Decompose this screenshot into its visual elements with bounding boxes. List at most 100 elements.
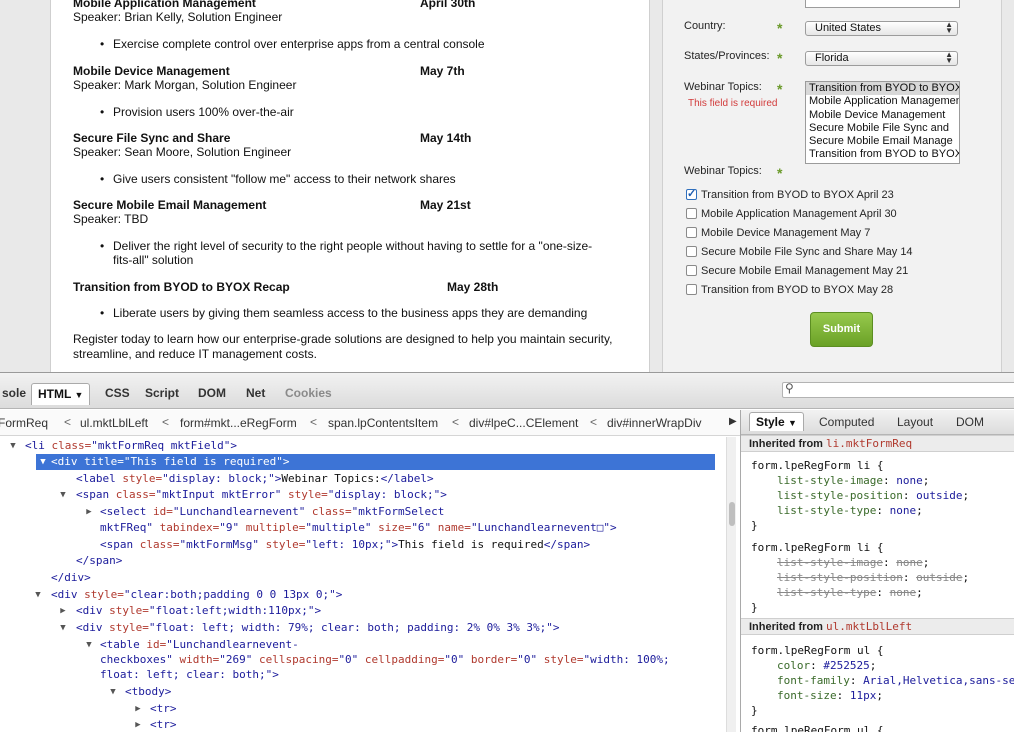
chevron-down-icon[interactable]: ▼: [74, 390, 83, 400]
clipped-input-field[interactable]: [805, 0, 960, 8]
css-property[interactable]: list-style-position: outside;: [777, 488, 969, 503]
topic-checkbox-row[interactable]: Transition from BYOD to BYOX April 23: [686, 187, 894, 202]
checkbox-label: Secure Mobile File Sync and Share May 14: [701, 246, 913, 258]
tree-node[interactable]: </span>: [0, 553, 122, 569]
breadcrumb-item[interactable]: form#mkt...eRegForm: [180, 416, 297, 430]
breadcrumb-item[interactable]: ul.mktLblLeft: [80, 416, 148, 430]
tree-node[interactable]: ▶ <tr>: [0, 717, 176, 732]
session-speaker: Speaker: Brian Kelly, Solution Engineer: [73, 10, 283, 24]
tab-dom[interactable]: DOM: [194, 383, 230, 405]
search-icon: ⚲: [785, 381, 794, 395]
required-star: *: [777, 81, 783, 97]
tab-side-dom[interactable]: DOM: [956, 415, 984, 429]
session-speaker: Speaker: Mark Morgan, Solution Engineer: [73, 78, 297, 92]
topic-checkbox-row[interactable]: Secure Mobile File Sync and Share May 14: [686, 245, 913, 259]
session-title: Secure File Sync and Share: [73, 131, 231, 145]
checkbox-label: Transition from BYOD to BYOX May 28: [701, 284, 894, 296]
tab-cookies[interactable]: Cookies: [281, 383, 336, 405]
tree-node[interactable]: ▶ <select id="Lunchandlearnevent" class="…: [0, 504, 444, 520]
inherited-ref-link[interactable]: ul.mktLblLeft: [826, 620, 912, 633]
tree-node[interactable]: mktFReq" tabindex="9" multiple="multiple…: [0, 520, 617, 536]
tree-node[interactable]: ▼ <li class="mktFormReq mktField">: [0, 438, 237, 454]
css-property[interactable]: font-size: 11px;: [777, 688, 883, 703]
topic-option[interactable]: Secure Mobile File Sync and: [806, 122, 959, 135]
breadcrumb-item[interactable]: span.lpContentsItem: [328, 416, 438, 430]
checkbox[interactable]: [686, 208, 697, 219]
tree-node[interactable]: ▼ <tbody>: [0, 684, 171, 700]
required-star: *: [777, 165, 783, 181]
css-property[interactable]: list-style-type: none;: [777, 503, 923, 518]
topic-option[interactable]: Secure Mobile Email Manage: [806, 135, 959, 148]
topic-option[interactable]: Mobile Application Management: [806, 95, 959, 108]
checkbox-checked[interactable]: [686, 187, 697, 201]
country-select[interactable]: United States ▲ ▼: [805, 21, 958, 36]
scrollbar-thumb[interactable]: [729, 502, 735, 526]
tab-html[interactable]: HTML ▼: [31, 383, 91, 405]
state-select[interactable]: Florida ▲ ▼: [805, 51, 958, 66]
css-property[interactable]: list-style-image: none;: [777, 473, 929, 488]
topic-option[interactable]: Transition from BYOD to BYOX: [806, 148, 959, 161]
tree-node[interactable]: checkboxes" width="269" cellspacing="0" …: [0, 652, 670, 668]
css-rule-selector[interactable]: form.lpeRegForm ul {: [751, 723, 883, 732]
topic-checkbox-row[interactable]: Secure Mobile Email Management May 21: [686, 264, 908, 278]
firebug-search-input[interactable]: ⚲: [782, 381, 1014, 398]
topic-option[interactable]: Transition from BYOD to BYOX: [806, 82, 959, 96]
tree-node-selected[interactable]: ▼ <div title="This field is required">: [36, 454, 715, 470]
select-arrows-icon: ▲ ▼: [945, 20, 953, 35]
css-rule-selector[interactable]: form.lpeRegForm ul {: [751, 643, 883, 658]
firebug-toolbar: sole HTML ▼ CSS Script DOM Net Cookies ⚲: [0, 373, 1014, 409]
tab-script[interactable]: Script: [141, 383, 183, 405]
select-arrows-icon: ▲ ▼: [945, 50, 953, 65]
tree-node[interactable]: ▼ <div style="clear:both;padding 0 0 13px…: [0, 587, 342, 603]
webinar-topics-multiselect[interactable]: Transition from BYOD to BYOX Mobile Appl…: [805, 81, 960, 164]
chevron-down-icon[interactable]: ▼: [788, 418, 797, 428]
css-property[interactable]: color: #252525;: [777, 658, 876, 673]
tab-layout[interactable]: Layout: [897, 415, 933, 429]
topics-error-message: This field is required: [688, 98, 778, 109]
tree-scrollbar[interactable]: [726, 437, 736, 732]
tab-css[interactable]: CSS: [101, 383, 134, 405]
inherited-header: Inherited from li.mktFormReq: [741, 435, 1014, 452]
tab-console[interactable]: sole: [0, 383, 30, 405]
tree-node[interactable]: ▼ <table id="Lunchandlearnevent-: [0, 637, 298, 653]
topic-checkbox-row[interactable]: Mobile Device Management May 7: [686, 226, 870, 240]
checkbox[interactable]: [686, 227, 697, 238]
tree-node[interactable]: ▼ <span class="mktInput mktError" style="…: [0, 487, 447, 503]
inherited-header: Inherited from ul.mktLblLeft: [741, 618, 1014, 635]
inherited-ref-link[interactable]: li.mktFormReq: [826, 437, 912, 450]
checkbox[interactable]: [686, 246, 697, 257]
topic-option[interactable]: Mobile Device Management: [806, 109, 959, 122]
tree-node[interactable]: <label style="display: block;">Webinar T…: [0, 471, 434, 487]
chevron-right-icon[interactable]: ▶: [729, 416, 737, 427]
tree-node[interactable]: ▼ <div style="float: left; width: 79%; cl…: [0, 620, 559, 636]
tab-net[interactable]: Net: [242, 383, 269, 405]
checkbox-label: Secure Mobile Email Management May 21: [701, 265, 909, 277]
checkbox[interactable]: [686, 265, 697, 276]
inherited-prefix: Inherited from: [749, 438, 827, 450]
css-property-overridden[interactable]: list-style-position: outside;: [777, 570, 969, 585]
topic-checkbox-row[interactable]: Mobile Application Management April 30: [686, 207, 897, 221]
tree-node[interactable]: ▶ <tr>: [0, 701, 176, 717]
breadcrumb-item[interactable]: FormReq: [0, 416, 48, 430]
css-property-overridden[interactable]: list-style-type: none;: [777, 585, 923, 600]
css-rule-selector[interactable]: form.lpeRegForm li {: [751, 540, 883, 555]
submit-button[interactable]: Submit: [810, 312, 873, 347]
tree-node[interactable]: <span class="mktFormMsg" style="left: 10…: [0, 537, 590, 553]
topic-checkbox-row[interactable]: Transition from BYOD to BYOX May 28: [686, 283, 893, 297]
breadcrumb-item[interactable]: div#lpeC...CElement: [469, 416, 578, 430]
webinar-topics-label-2: Webinar Topics:: [684, 165, 762, 177]
breadcrumb-item[interactable]: div#innerWrapDiv: [607, 416, 701, 430]
css-rule-selector[interactable]: form.lpeRegForm li {: [751, 458, 883, 473]
tree-node[interactable]: </div>: [0, 570, 91, 586]
session-date: May 7th: [420, 64, 465, 78]
session-date: May 21st: [420, 198, 471, 212]
tab-computed[interactable]: Computed: [819, 415, 874, 429]
session-title: Mobile Device Management: [73, 64, 230, 78]
tree-node[interactable]: ▶ <div style="float:left;width:110px;">: [0, 603, 321, 619]
css-property-overridden[interactable]: list-style-image: none;: [777, 555, 929, 570]
tree-node[interactable]: float: left; clear: both;">: [0, 667, 279, 683]
checkbox[interactable]: [686, 284, 697, 295]
tab-style[interactable]: Style ▼: [749, 412, 804, 431]
css-property[interactable]: font-family: Arial,Helvetica,sans-se: [777, 673, 1014, 688]
session-speaker: Speaker: Sean Moore, Solution Engineer: [73, 145, 292, 159]
